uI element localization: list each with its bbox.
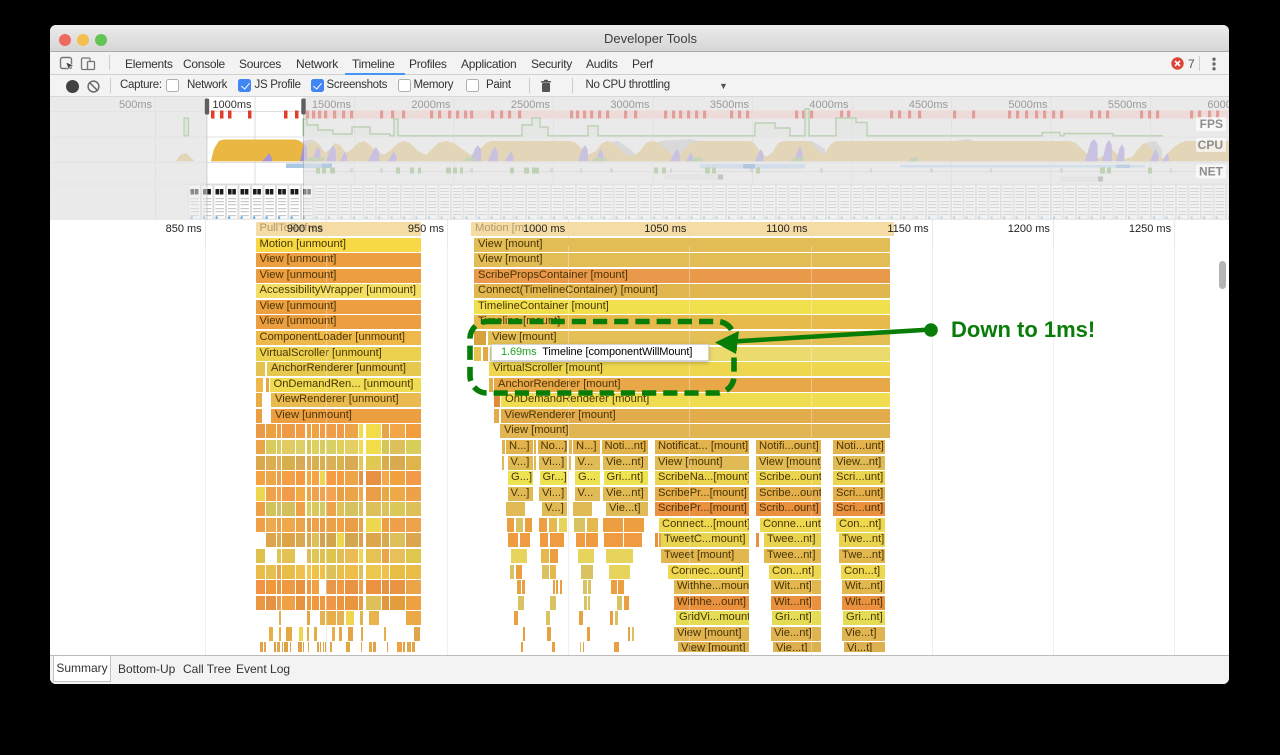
svg-text:Down to 1ms!: Down to 1ms! [951,317,1095,342]
